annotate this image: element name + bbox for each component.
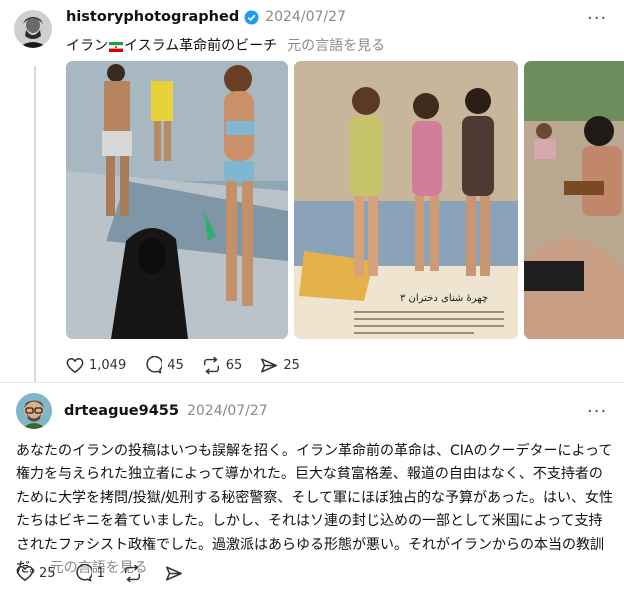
reply-repost-button[interactable]: [123, 564, 147, 582]
post-date[interactable]: 2024/07/27: [265, 9, 346, 25]
repost-button[interactable]: 65: [202, 356, 243, 374]
reply-text: あなたのイランの投稿はいつも誤解を招く。イラン革命前の革命は、CIAのクーデター…: [16, 440, 616, 580]
reply-username[interactable]: drteague9455: [64, 403, 179, 419]
photo-persian-title: ۳ چهرهٔ شنای دختران: [400, 293, 488, 304]
share-icon: [261, 357, 278, 373]
caption-suffix: イスラム革命前のビーチ: [124, 38, 278, 54]
heart-icon: [66, 357, 84, 373]
post-action-bar: 1,049 45 65 25: [66, 356, 318, 374]
share-icon: [165, 565, 182, 581]
reply-like-button[interactable]: 25: [16, 565, 56, 582]
reply-avatar[interactable]: [16, 393, 52, 429]
repost-icon: [203, 356, 219, 374]
repost-count: 65: [225, 357, 243, 373]
divider: [0, 382, 624, 383]
reply-header: drteague9455 2024/07/27: [64, 403, 268, 419]
share-count: 25: [283, 357, 300, 373]
like-button[interactable]: 1,049: [66, 357, 126, 374]
reply-more-icon[interactable]: ···: [587, 403, 607, 421]
thread-line: [34, 66, 36, 382]
iran-flag-icon: [109, 40, 123, 52]
beach-photo-3[interactable]: [524, 61, 624, 339]
reply-comment-button[interactable]: 1: [74, 564, 105, 582]
reply-like-count: 25: [39, 565, 56, 581]
reply-action-bar: 25 1: [16, 564, 206, 582]
reply-share-button[interactable]: [165, 565, 188, 582]
post-caption: イラン イスラム革命前のビーチ 元の言語を見る: [66, 35, 385, 55]
reply-comment-count: 1: [96, 565, 105, 581]
repost-icon: [124, 564, 140, 582]
like-count: 1,049: [89, 357, 127, 373]
username[interactable]: historyphotographed: [66, 9, 239, 25]
verified-badge-icon: [244, 9, 259, 25]
more-icon[interactable]: ···: [587, 10, 607, 28]
comment-button[interactable]: 45: [144, 356, 184, 374]
share-button[interactable]: 25: [260, 357, 300, 374]
beach-photo-1[interactable]: [66, 61, 288, 339]
comment-icon: [146, 356, 163, 374]
comment-icon: [75, 564, 92, 582]
translate-link[interactable]: 元の言語を見る: [287, 35, 385, 55]
post-header: historyphotographed 2024/07/27: [66, 9, 346, 25]
caption-prefix: イラン: [66, 38, 108, 54]
avatar[interactable]: [14, 10, 52, 48]
heart-icon: [16, 565, 34, 581]
reply-body: あなたのイランの投稿はいつも誤解を招く。イラン革命前の革命は、CIAのクーデター…: [16, 443, 614, 577]
reply-date[interactable]: 2024/07/27: [187, 403, 268, 419]
beach-photo-2[interactable]: ۳ چهرهٔ شنای دختران: [294, 61, 518, 339]
comment-count: 45: [167, 357, 184, 373]
